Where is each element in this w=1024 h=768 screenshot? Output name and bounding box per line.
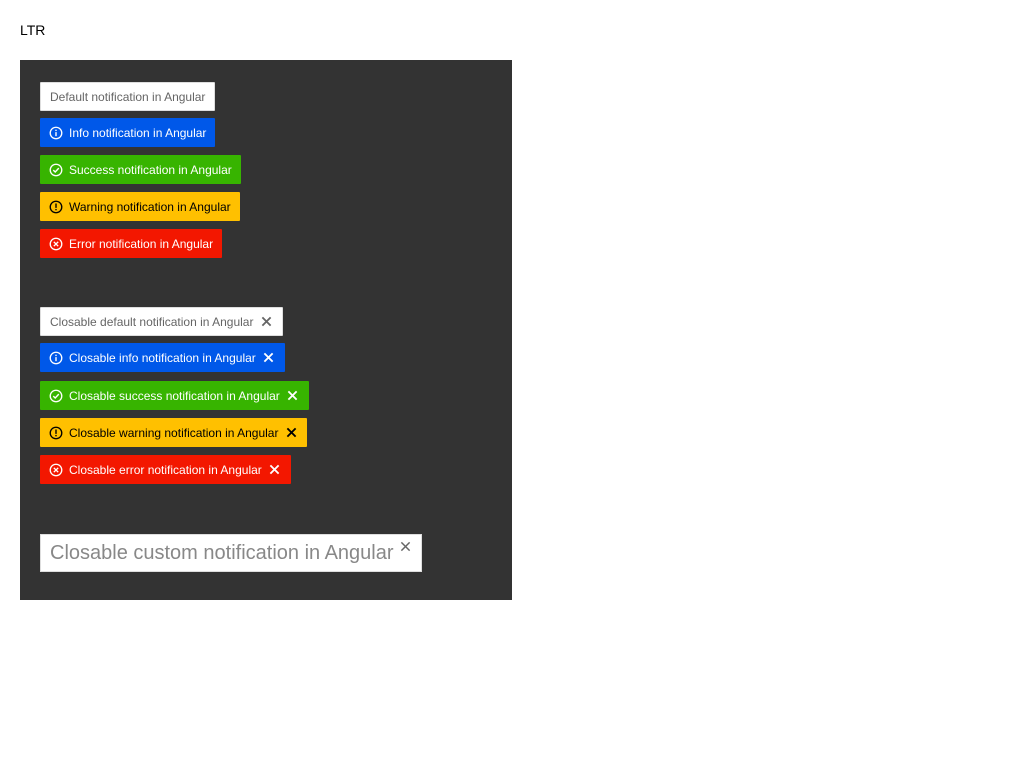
- close-icon[interactable]: [259, 315, 273, 329]
- closable-warning-notification: Closable warning notification in Angular: [40, 418, 308, 447]
- direction-label: LTR: [20, 22, 46, 38]
- exclamation-circle-icon: [49, 426, 63, 440]
- info-notification: Info notification in Angular: [40, 118, 216, 147]
- close-icon[interactable]: [284, 426, 298, 440]
- exclamation-circle-icon: [49, 200, 63, 214]
- notification-text: Closable custom notification in Angular: [50, 542, 394, 564]
- close-icon[interactable]: [268, 463, 282, 477]
- x-circle-icon: [49, 237, 63, 251]
- closable-default-notification: Closable default notification in Angular: [40, 307, 284, 336]
- notification-text: Success notification in Angular: [69, 162, 232, 177]
- notification-text: Closable error notification in Angular: [69, 462, 262, 477]
- notifications-panel: Default notification in Angular Info not…: [20, 60, 512, 600]
- closable-success-notification: Closable success notification in Angular: [40, 381, 309, 410]
- info-circle-icon: [49, 126, 63, 140]
- check-circle-icon: [49, 389, 63, 403]
- default-notification: Default notification in Angular: [40, 82, 216, 111]
- success-notification: Success notification in Angular: [40, 155, 241, 184]
- close-icon[interactable]: [262, 351, 276, 365]
- close-icon[interactable]: [400, 541, 412, 553]
- closable-error-notification: Closable error notification in Angular: [40, 455, 291, 484]
- notification-text: Error notification in Angular: [69, 236, 214, 251]
- warning-notification: Warning notification in Angular: [40, 192, 240, 221]
- close-icon[interactable]: [286, 389, 300, 403]
- x-circle-icon: [49, 463, 63, 477]
- info-circle-icon: [49, 351, 63, 365]
- notification-text: Closable warning notification in Angular: [69, 425, 279, 440]
- notification-text: Closable info notification in Angular: [69, 350, 256, 365]
- notification-text: Closable default notification in Angular: [50, 314, 254, 329]
- notification-text: Default notification in Angular: [50, 89, 206, 104]
- check-circle-icon: [49, 163, 63, 177]
- notification-text: Closable success notification in Angular: [69, 388, 280, 403]
- notification-text: Info notification in Angular: [69, 125, 207, 140]
- closable-info-notification: Closable info notification in Angular: [40, 343, 285, 372]
- error-notification: Error notification in Angular: [40, 229, 223, 258]
- closable-custom-notification: Closable custom notification in Angular: [40, 534, 422, 572]
- notification-text: Warning notification in Angular: [69, 199, 231, 214]
